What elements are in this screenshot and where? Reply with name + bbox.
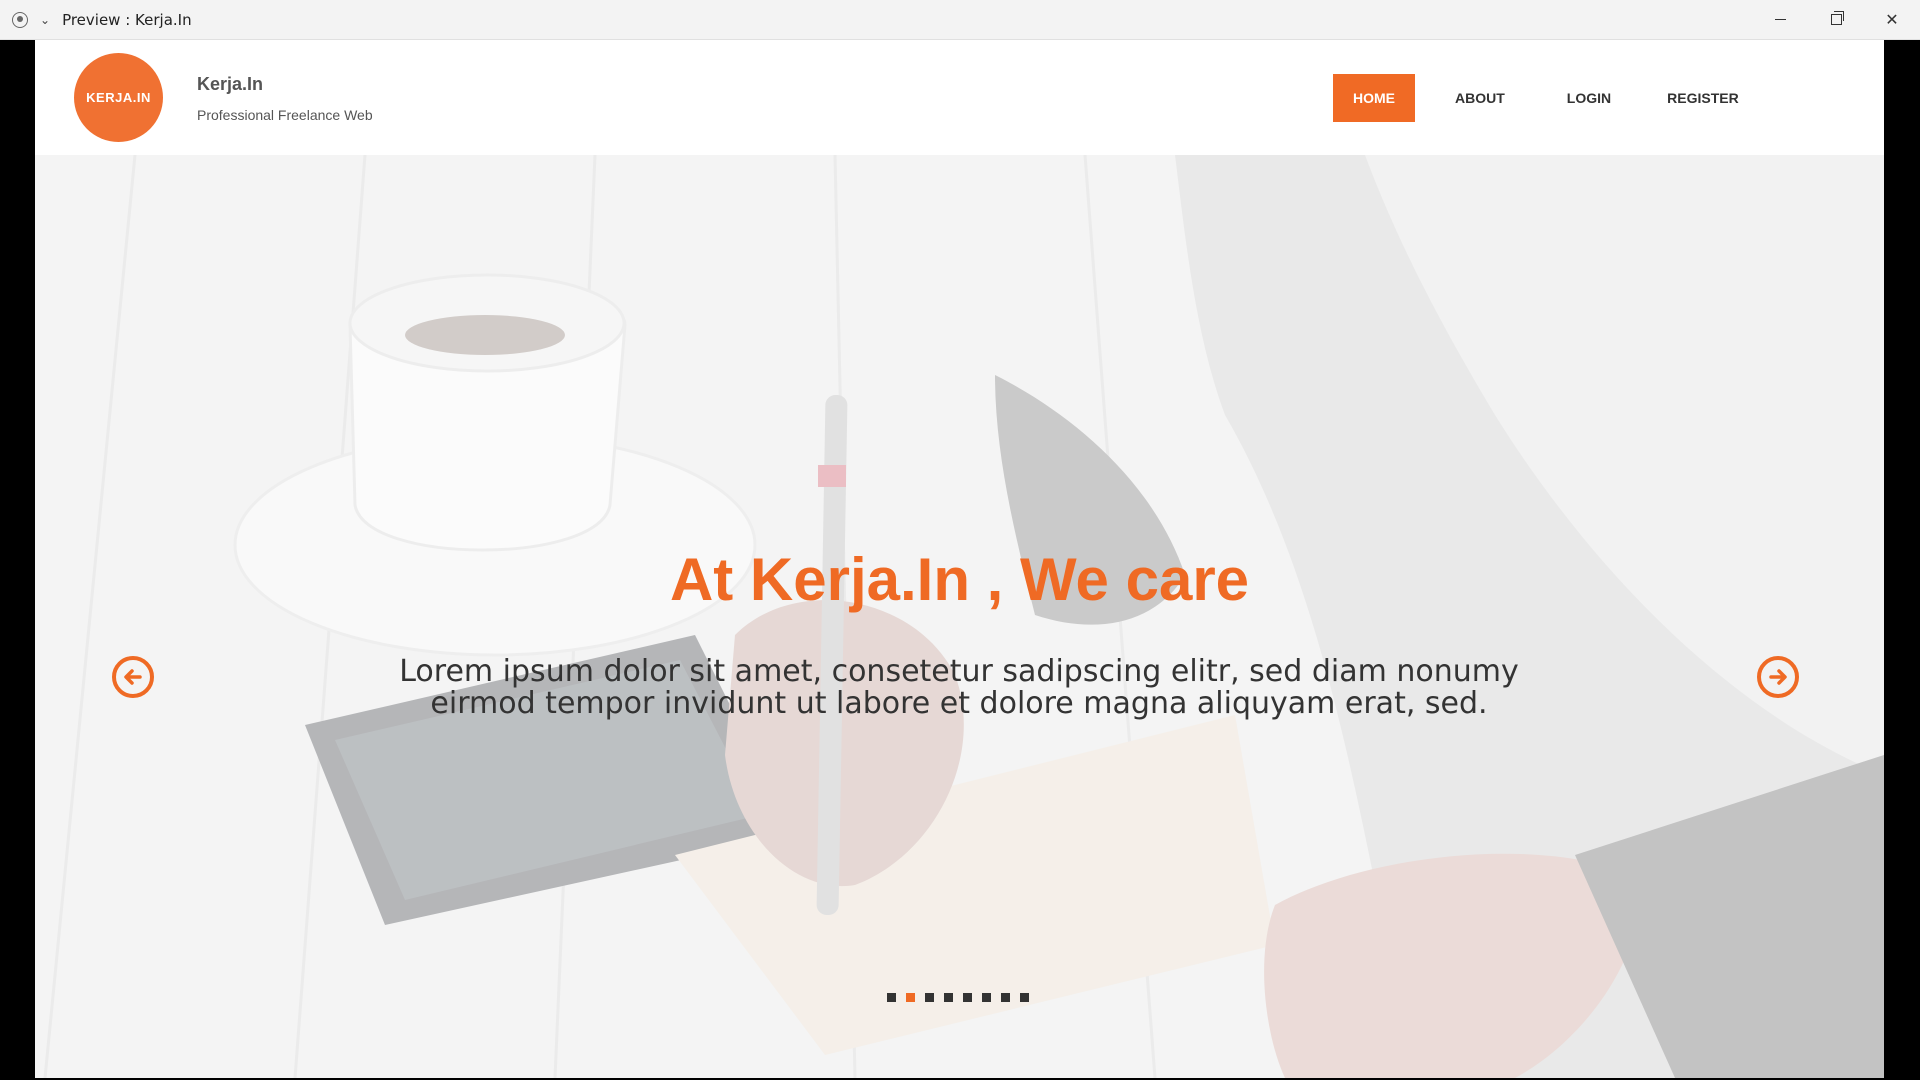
main-nav: HOME ABOUT LOGIN REGISTER [1333, 74, 1761, 122]
logo-text: KERJA.IN [86, 90, 151, 105]
record-icon[interactable] [12, 11, 28, 28]
minimize-icon [1774, 19, 1786, 20]
hero-overlay [35, 155, 1884, 1078]
slider-dot[interactable] [1001, 993, 1010, 1002]
nav-item-home[interactable]: HOME [1333, 74, 1415, 122]
slider-prev-button[interactable] [112, 656, 154, 698]
window-titlebar: ⌄ Preview : Kerja.In ✕ [0, 0, 1920, 40]
slider-dot[interactable] [887, 993, 896, 1002]
minimize-button[interactable] [1752, 0, 1808, 40]
slider-dot[interactable] [925, 993, 934, 1002]
arrow-left-circle-icon [124, 669, 142, 685]
slider-dot[interactable] [963, 993, 972, 1002]
page-viewport: KERJA.IN Kerja.In Professional Freelance… [35, 40, 1884, 1078]
slider-dot[interactable] [944, 993, 953, 1002]
arrow-right-circle-icon [1769, 669, 1787, 685]
chevron-down-icon[interactable]: ⌄ [40, 13, 50, 27]
hero-title: At Kerja.In , We care [669, 546, 1250, 613]
hero-text: Lorem ipsum dolor sit amet, consetetur s… [399, 654, 1519, 721]
slider-dot[interactable] [1020, 993, 1029, 1002]
nav-item-login[interactable]: LOGIN [1545, 74, 1633, 122]
close-icon: ✕ [1885, 11, 1899, 29]
slider-dot[interactable] [982, 993, 991, 1002]
nav-item-about[interactable]: ABOUT [1433, 74, 1527, 122]
brand-tagline: Professional Freelance Web [197, 107, 373, 123]
restore-icon [1830, 11, 1844, 25]
site-header: KERJA.IN Kerja.In Professional Freelance… [35, 40, 1884, 155]
close-button[interactable]: ✕ [1864, 0, 1920, 40]
nav-item-register[interactable]: REGISTER [1645, 74, 1761, 122]
window-controls: ✕ [1752, 0, 1920, 40]
hero-slider: At Kerja.In , We care Lorem ipsum dolor … [35, 155, 1884, 1078]
slider-next-button[interactable] [1757, 656, 1799, 698]
window-title: Preview : Kerja.In [62, 10, 192, 29]
slider-dot-active[interactable] [906, 993, 915, 1002]
slider-pagination [887, 993, 1029, 1002]
site-logo[interactable]: KERJA.IN [74, 53, 163, 142]
restore-button[interactable] [1808, 0, 1864, 40]
brand-name: Kerja.In [197, 74, 264, 94]
